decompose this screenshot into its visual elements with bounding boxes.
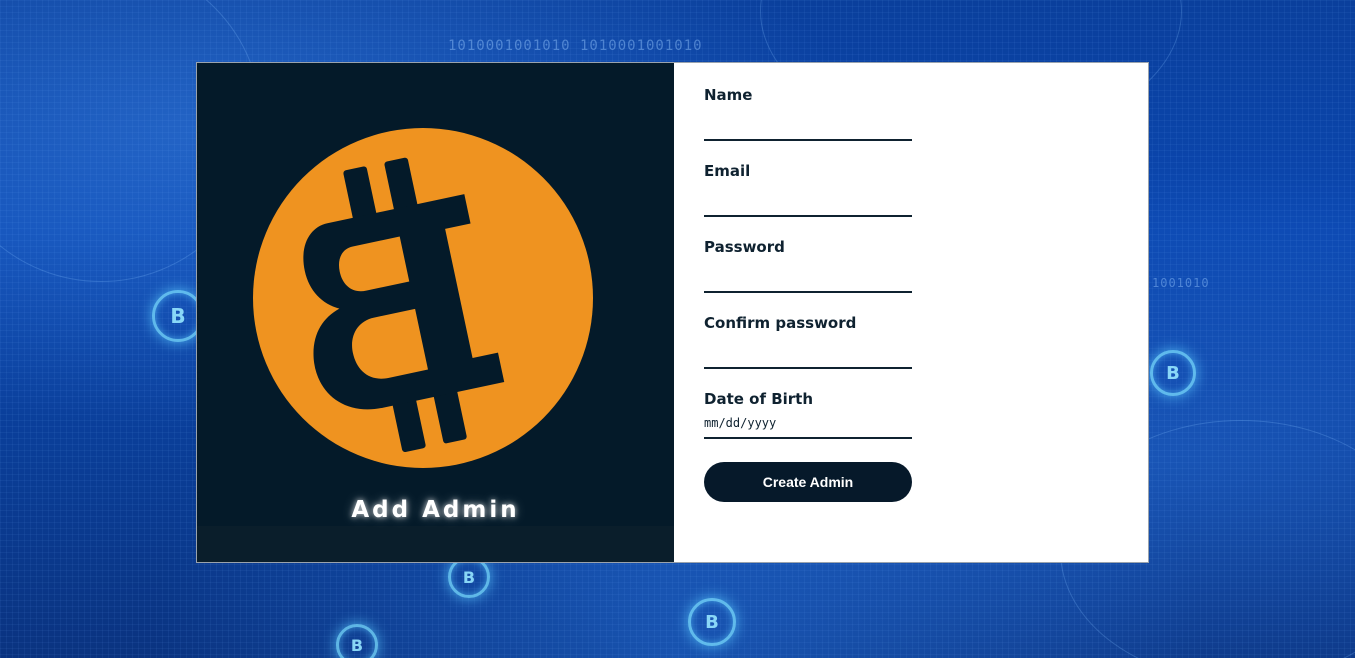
date-of-birth-field-group: Date of Birth mm/dd/yyyy <box>704 389 912 439</box>
date-of-birth-placeholder: mm/dd/yyyy <box>704 416 777 430</box>
confirm-password-field-group: Confirm password <box>704 313 912 369</box>
password-input[interactable] <box>704 263 912 293</box>
name-input[interactable] <box>704 111 912 141</box>
background-coin-icon: B <box>1150 350 1196 396</box>
background-binary-text: 1001010 <box>1152 276 1210 290</box>
date-of-birth-input[interactable]: mm/dd/yyyy <box>704 413 912 439</box>
name-field-group: Name <box>704 85 912 141</box>
confirm-password-input[interactable] <box>704 339 912 369</box>
panel-footer-strip <box>197 526 674 562</box>
panel-title: Add Admin <box>351 497 520 523</box>
bitcoin-logo-icon <box>253 128 593 468</box>
email-label: Email <box>704 162 751 180</box>
branding-panel: Add Admin <box>197 63 674 562</box>
create-admin-button[interactable]: Create Admin <box>704 462 912 502</box>
password-field-group: Password <box>704 237 912 293</box>
email-input[interactable] <box>704 187 912 217</box>
email-field-group: Email <box>704 161 912 217</box>
name-label: Name <box>704 86 753 104</box>
date-of-birth-label: Date of Birth <box>704 390 814 408</box>
admin-form: Name Email Password Confirm password Dat… <box>674 63 1148 562</box>
background-coin-icon: B <box>336 624 378 658</box>
background-binary-text: 1010001001010 1010001001010 <box>448 38 703 54</box>
background-coin-icon: B <box>688 598 736 646</box>
password-label: Password <box>704 238 785 256</box>
confirm-password-label: Confirm password <box>704 314 857 332</box>
add-admin-card: Add Admin Name Email Password Confirm pa… <box>196 62 1149 563</box>
